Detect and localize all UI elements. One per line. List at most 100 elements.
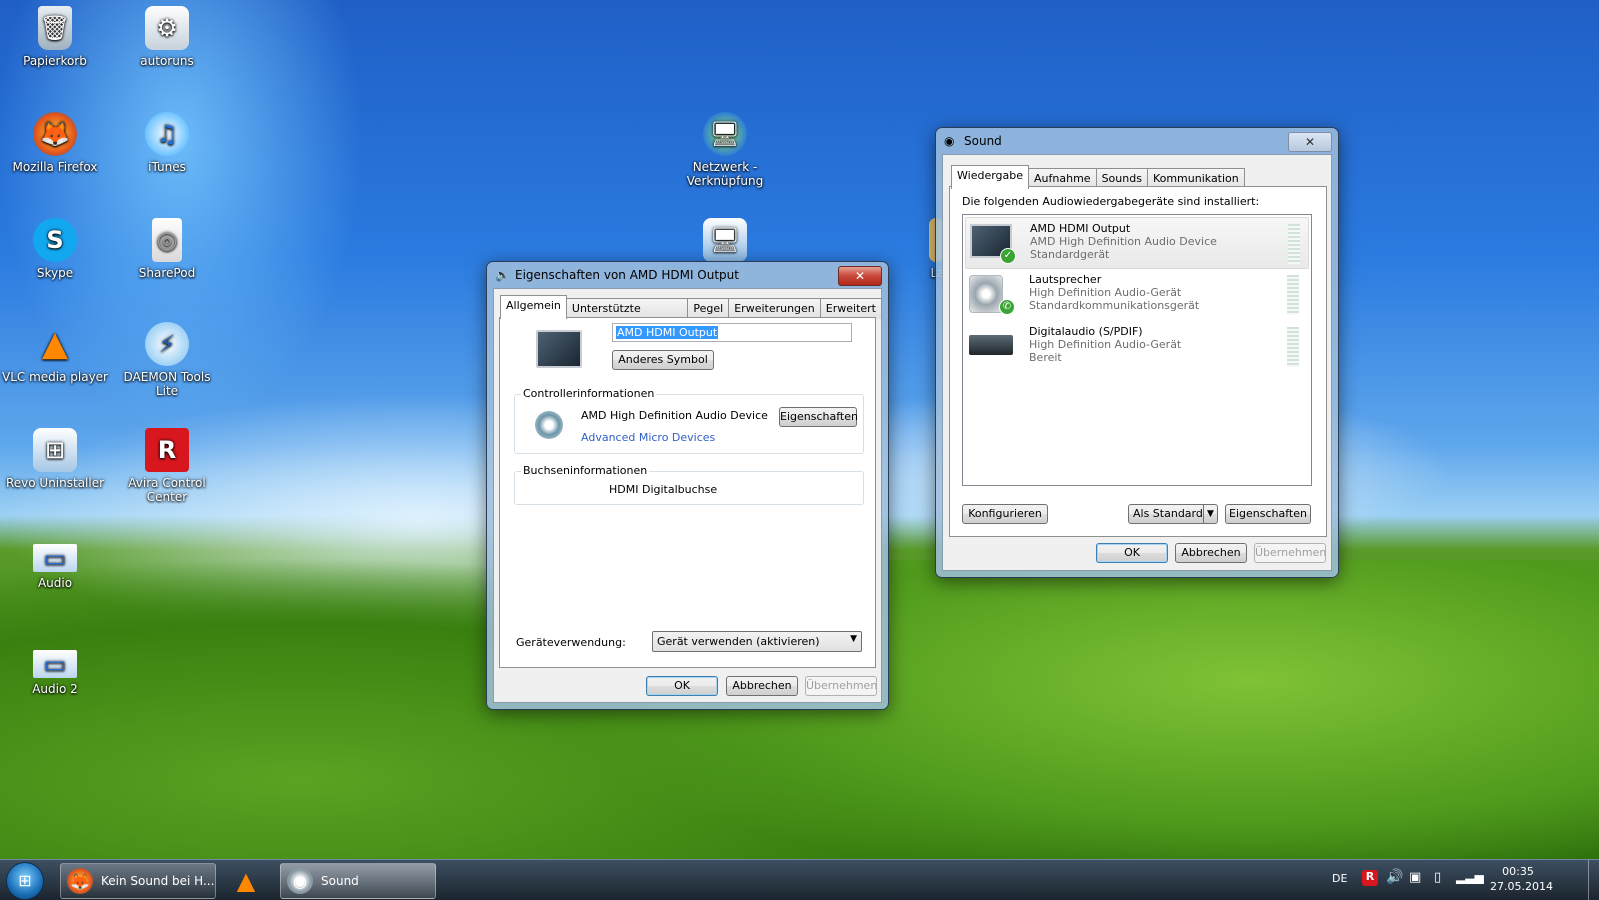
audio-folder-icon: ▭ <box>33 544 77 572</box>
sound-icon: ◉ <box>287 868 313 894</box>
tab-panel: Die folgenden Audiowiedergabegeräte sind… <box>949 186 1327 537</box>
desktop-icon-label: Revo Uninstaller <box>5 476 105 490</box>
desktop-icon-label: Papierkorb <box>23 54 87 68</box>
controller-properties-button[interactable]: Eigenschaften <box>779 407 858 427</box>
cancel-button[interactable]: Abbrechen <box>726 676 798 696</box>
sharepod-icon: ◎ <box>152 218 182 262</box>
desktop-icon-label: Mozilla Firefox <box>12 160 98 174</box>
tab-levels[interactable]: Pegel <box>687 298 730 319</box>
desktop-icon-firefox[interactable]: 🦊 Mozilla Firefox <box>0 112 110 174</box>
desktop-icon-sharepod[interactable]: ◎ SharePod <box>112 218 222 280</box>
computer-icon: 🖥 <box>703 218 747 262</box>
controller-vendor-link[interactable]: Advanced Micro Devices <box>581 431 715 444</box>
change-icon-button[interactable]: Anderes Symbol <box>612 350 714 370</box>
window-title: Sound <box>964 134 1002 148</box>
intro-text: Die folgenden Audiowiedergabegeräte sind… <box>962 195 1260 208</box>
desktop-icon-computer[interactable]: 🖥 <box>670 218 780 266</box>
revo-uninstaller-icon: ⊞ <box>33 428 77 472</box>
clock[interactable]: 00:35 27.05.2014 <box>1490 864 1553 894</box>
chevron-down-icon[interactable]: ▼ <box>1203 505 1217 523</box>
start-button[interactable]: ⊞ <box>6 862 44 900</box>
taskbar: ⊞ 🦊 Kein Sound bei H... ▲ ◉ Sound DE R 🔊… <box>0 859 1599 900</box>
tab-playback[interactable]: Wiedergabe <box>951 165 1030 189</box>
tab-enhancements[interactable]: Erweiterungen <box>728 298 821 319</box>
device-name-input[interactable]: AMD HDMI Output <box>612 323 852 342</box>
volume-icon[interactable]: 🔊 <box>1386 869 1403 885</box>
usage-select[interactable]: Gerät verwenden (aktivieren) ▼ <box>652 631 862 652</box>
desktop-icon-label: VLC media player <box>1 370 108 384</box>
cancel-button[interactable]: Abbrechen <box>1175 543 1247 563</box>
desktop-icon-label: Avira Control Center <box>128 476 206 504</box>
configure-button[interactable]: Konfigurieren <box>962 504 1048 524</box>
ok-button[interactable]: OK <box>1096 543 1168 563</box>
clock-date: 27.05.2014 <box>1490 880 1553 893</box>
tab-advanced[interactable]: Erweitert <box>819 298 882 319</box>
desktop-icon-daemon-tools[interactable]: ⚡ DAEMON Tools Lite <box>112 322 222 398</box>
controller-name: AMD High Definition Audio Device <box>581 409 768 422</box>
network-tray-icon[interactable]: ▣ <box>1409 870 1421 885</box>
desktop-icon-label: Audio <box>37 576 73 590</box>
window-title: Eigenschaften von AMD HDMI Output <box>515 268 739 282</box>
tab-allgemein[interactable]: Allgemein <box>500 295 567 319</box>
close-button[interactable]: ✕ <box>838 266 882 286</box>
close-button[interactable]: ✕ <box>1288 132 1332 152</box>
device-item[interactable]: ✓ AMD HDMI Output AMD High Definition Au… <box>965 217 1309 269</box>
desktop-icon-network[interactable]: 🖥 Netzwerk - Verknüpfung <box>670 112 780 188</box>
taskbar-item-sound[interactable]: ◉ Sound <box>280 863 436 899</box>
tab-formats[interactable]: Unterstützte Formate <box>565 298 689 328</box>
close-icon: ✕ <box>1304 135 1316 149</box>
vlc-icon: ▲ <box>236 867 256 895</box>
skype-icon: S <box>33 218 77 262</box>
desktop-icon-vlc[interactable]: ▲ VLC media player <box>0 322 110 384</box>
apply-button[interactable]: Übernehmen <box>805 676 877 696</box>
language-indicator[interactable]: DE <box>1332 872 1347 885</box>
close-icon: ✕ <box>854 269 866 283</box>
level-meter <box>1287 327 1299 367</box>
taskbar-item-vlc[interactable]: ▲ <box>222 863 274 899</box>
desktop-icon-label: Skype <box>36 266 74 280</box>
desktop-icon-autoruns[interactable]: ⚙ autoruns <box>112 6 222 68</box>
tab-panel: AMD HDMI Output Anderes Symbol Controlle… <box>499 317 876 668</box>
show-desktop-button[interactable] <box>1588 860 1599 900</box>
device-status: Standardgerät <box>1030 248 1110 261</box>
desktop-icon-revo-uninstaller[interactable]: ⊞ Revo Uninstaller <box>0 428 110 490</box>
apply-button[interactable]: Übernehmen <box>1254 543 1326 563</box>
ok-button[interactable]: OK <box>646 676 718 696</box>
chevron-down-icon: ▼ <box>850 634 857 644</box>
device-list[interactable]: ✓ AMD HDMI Output AMD High Definition Au… <box>962 214 1312 486</box>
desktop-icon-itunes[interactable]: ♫ iTunes <box>112 112 222 174</box>
itunes-icon: ♫ <box>145 112 189 156</box>
taskbar-item-firefox[interactable]: 🦊 Kein Sound bei H... <box>60 863 216 899</box>
properties-window[interactable]: 🔈 Eigenschaften von AMD HDMI Output ✕ Al… <box>486 261 889 710</box>
desktop-icon-recycle-bin[interactable]: 🗑 Papierkorb <box>0 6 110 68</box>
sound-titlebar[interactable]: ◉ Sound <box>936 128 1338 154</box>
speaker-icon: 🔈 <box>495 268 510 282</box>
sound-window[interactable]: ◉ Sound ✕ Wiedergabe Aufnahme Sounds Kom… <box>935 127 1339 578</box>
desktop-icon-label: DAEMON Tools Lite <box>123 370 211 398</box>
properties-button[interactable]: Eigenschaften <box>1225 504 1311 524</box>
autoruns-icon: ⚙ <box>145 6 189 50</box>
desktop-icon-audio[interactable]: ▭ Audio <box>0 534 110 590</box>
usage-label: Geräteverwendung: <box>516 636 626 649</box>
device-name: AMD HDMI Output <box>1030 222 1131 235</box>
group-label: Controllerinformationen <box>521 387 657 400</box>
device-item[interactable]: Digitalaudio (S/PDIF) High Definition Au… <box>965 321 1307 371</box>
battery-icon[interactable]: ▯ <box>1434 870 1441 885</box>
device-item[interactable]: ✆ Lautsprecher High Definition Audio-Ger… <box>965 269 1307 319</box>
signal-icon[interactable]: ▂▃▅ <box>1456 870 1484 884</box>
avira-tray-icon[interactable]: R <box>1362 870 1378 886</box>
vlc-icon: ▲ <box>41 324 69 364</box>
controller-info-group: Controllerinformationen AMD High Definit… <box>514 387 864 454</box>
device-driver: High Definition Audio-Gerät <box>1029 338 1182 351</box>
desktop-icon-label: Audio 2 <box>32 682 78 696</box>
set-default-button[interactable]: Als Standard ▼ <box>1128 504 1218 524</box>
communication-check-icon: ✆ <box>999 299 1015 315</box>
taskbar-item-label: Sound <box>321 874 359 888</box>
sound-window-icon: ◉ <box>944 134 955 148</box>
desktop-icon-audio2[interactable]: ▭ Audio 2 <box>0 640 110 696</box>
device-name: Lautsprecher <box>1029 273 1102 286</box>
desktop-icon-avira[interactable]: R Avira Control Center <box>112 428 222 504</box>
desktop-icon-skype[interactable]: S Skype <box>0 218 110 280</box>
properties-titlebar[interactable]: 🔈 Eigenschaften von AMD HDMI Output <box>487 262 888 288</box>
taskbar-item-label: Kein Sound bei H... <box>101 874 215 888</box>
